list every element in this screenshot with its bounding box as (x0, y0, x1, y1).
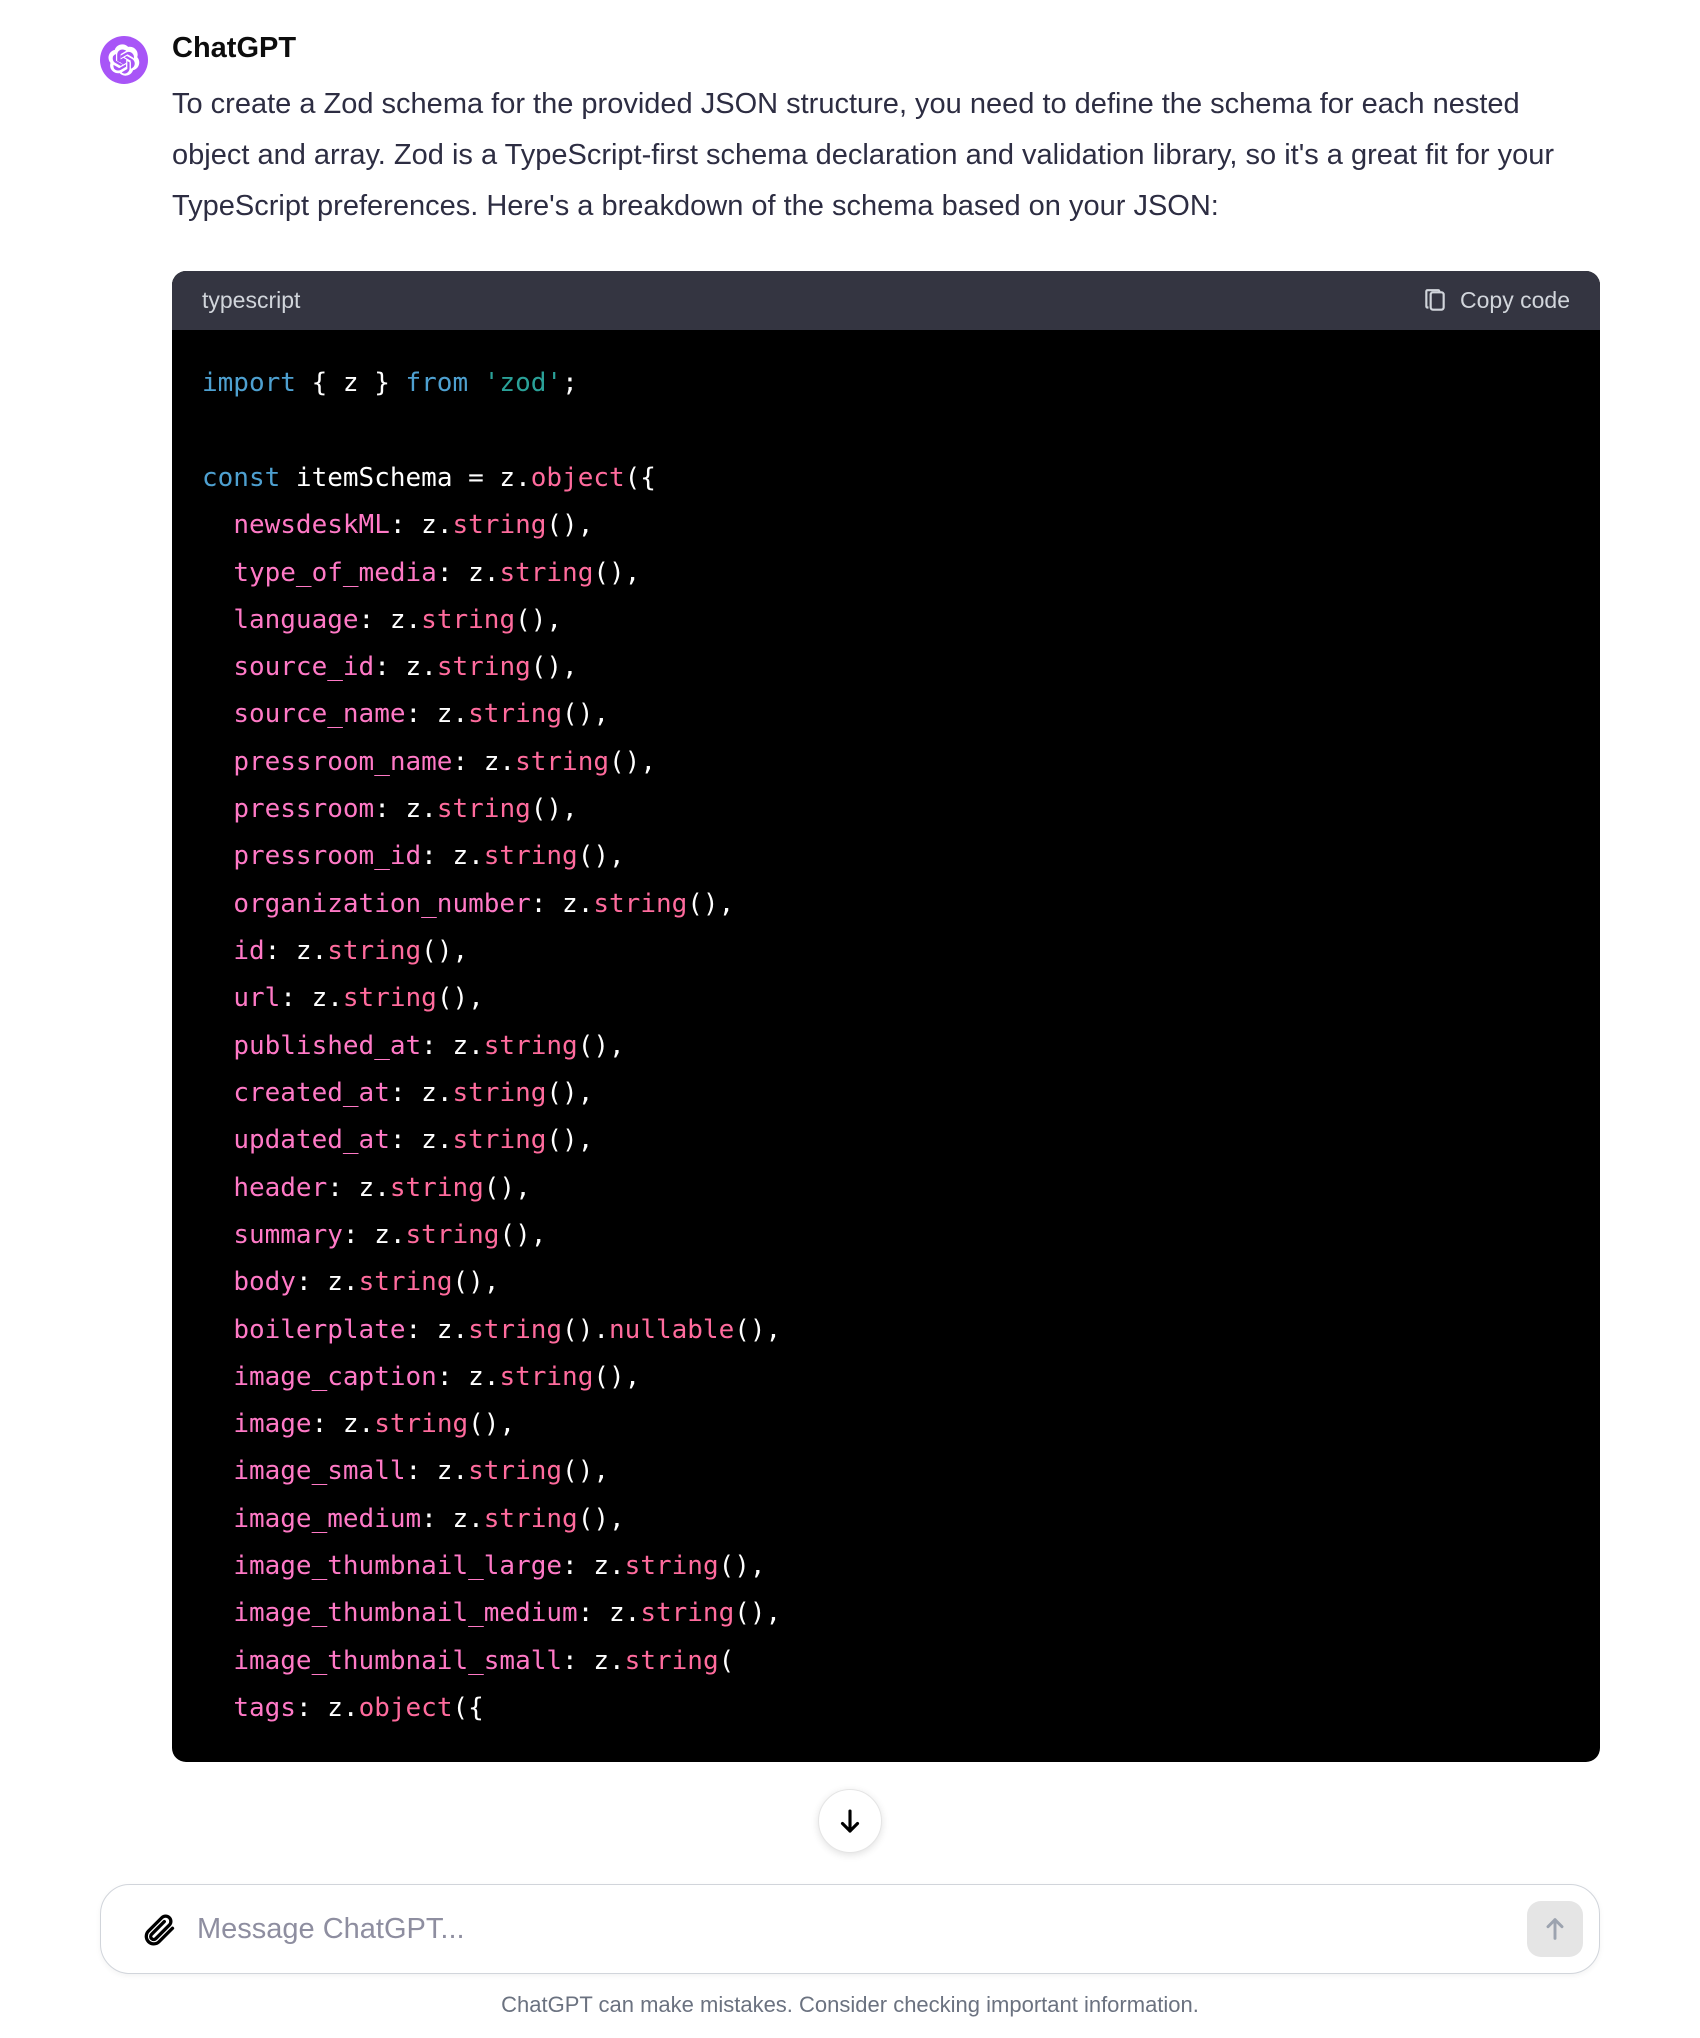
paperclip-icon (141, 1911, 177, 1947)
assistant-avatar (100, 36, 148, 84)
arrow-up-icon (1541, 1915, 1569, 1943)
disclaimer-text: ChatGPT can make mistakes. Consider chec… (0, 1992, 1700, 2018)
code-language-label: typescript (202, 287, 300, 314)
attach-file-button[interactable] (137, 1907, 181, 1951)
code-header: typescript Copy code (172, 271, 1600, 330)
author-name: ChatGPT (172, 32, 1600, 65)
code-block: typescript Copy code import { z } from '… (172, 271, 1600, 1762)
clipboard-icon (1422, 288, 1448, 314)
copy-code-label: Copy code (1460, 287, 1570, 314)
code-content[interactable]: import { z } from 'zod'; const itemSchem… (172, 330, 1600, 1762)
copy-code-button[interactable]: Copy code (1422, 287, 1570, 314)
openai-logo-icon (108, 44, 140, 76)
message-input-bar (100, 1884, 1600, 1974)
send-button[interactable] (1527, 1901, 1583, 1957)
assistant-message: ChatGPT To create a Zod schema for the p… (100, 0, 1600, 1786)
arrow-down-icon (835, 1806, 865, 1836)
message-input[interactable] (197, 1913, 1527, 1946)
scroll-to-bottom-button[interactable] (818, 1789, 882, 1853)
message-text: To create a Zod schema for the provided … (172, 79, 1600, 231)
